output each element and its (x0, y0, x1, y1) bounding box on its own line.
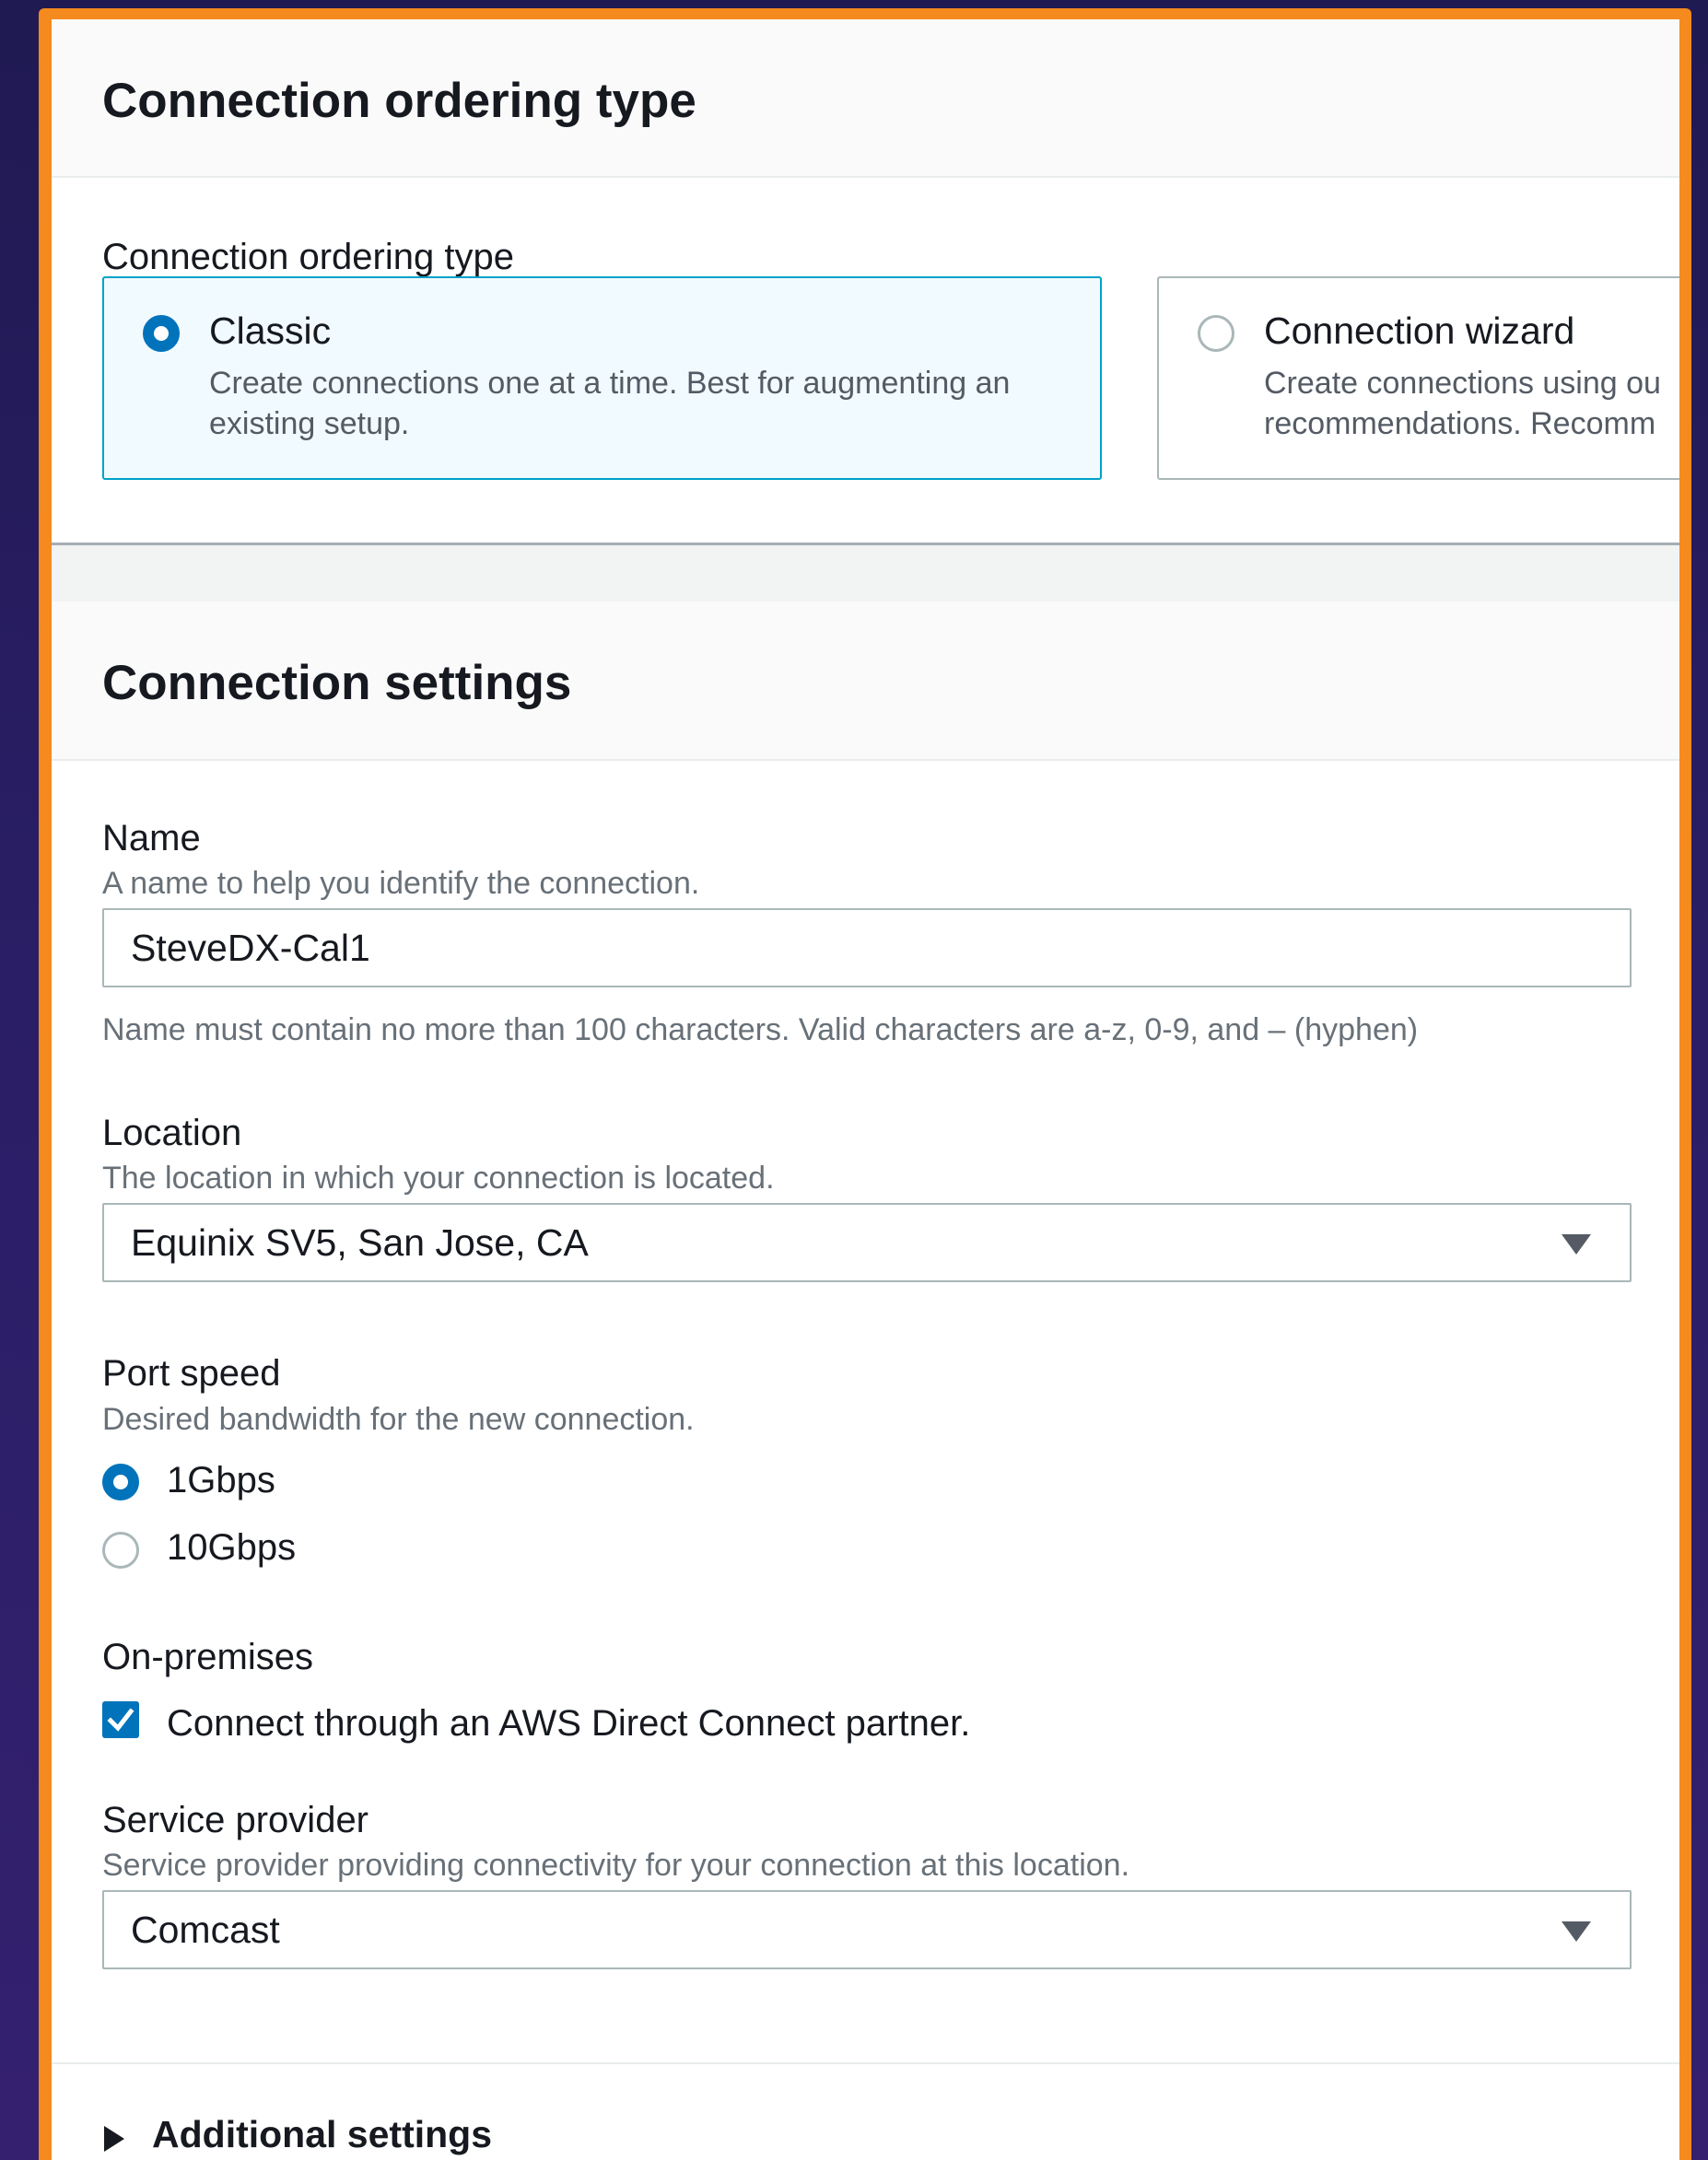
port-speed-label: Port speed (102, 1353, 281, 1394)
partner-checkbox-label[interactable]: Connect through an AWS Direct Connect pa… (167, 1703, 970, 1745)
caret-right-icon (104, 2126, 124, 2152)
location-select-value: Equinix SV5, San Jose, CA (131, 1221, 589, 1264)
name-input-value: SteveDX-Cal1 (131, 927, 370, 969)
service-provider-description: Service provider providing connectivity … (102, 1848, 1130, 1883)
form-panel: Connection ordering type Connection orde… (52, 19, 1679, 2160)
port-speed-10gbps-radio[interactable] (102, 1532, 139, 1569)
location-select[interactable]: Equinix SV5, San Jose, CA (102, 1203, 1632, 1282)
connection-settings-card-header: Connection settings (52, 601, 1679, 761)
chevron-down-icon (1562, 1234, 1591, 1255)
highlight-frame: Connection ordering type Connection orde… (39, 8, 1691, 2160)
on-premises-label: On-premises (102, 1637, 313, 1677)
ordering-type-field-label: Connection ordering type (102, 237, 514, 277)
name-label: Name (102, 818, 201, 858)
service-provider-select[interactable]: Comcast (102, 1890, 1632, 1969)
card-footer-divider (52, 2062, 1679, 2064)
ordering-type-card-header: Connection ordering type (52, 19, 1679, 178)
port-speed-10gbps-label[interactable]: 10Gbps (167, 1527, 296, 1569)
connection-settings-card-title: Connection settings (102, 656, 572, 710)
service-provider-label: Service provider (102, 1800, 369, 1840)
section-divider (52, 543, 1679, 604)
ordering-type-card-title: Connection ordering type (102, 74, 696, 128)
tile-classic[interactable]: Classic Create connections one at a time… (102, 276, 1102, 480)
service-provider-select-value: Comcast (131, 1909, 280, 1951)
port-speed-1gbps-label[interactable]: 1Gbps (167, 1460, 275, 1501)
checkmark-icon (107, 1708, 135, 1732)
wizard-radio[interactable] (1198, 315, 1234, 352)
classic-radio[interactable] (143, 315, 180, 352)
port-speed-description: Desired bandwidth for the new connection… (102, 1402, 695, 1437)
name-input[interactable]: SteveDX-Cal1 (102, 908, 1632, 987)
location-label: Location (102, 1113, 242, 1153)
classic-title: Classic (209, 309, 332, 352)
port-speed-1gbps-radio[interactable] (102, 1464, 139, 1500)
location-description: The location in which your connection is… (102, 1161, 775, 1196)
name-description: A name to help you identify the connecti… (102, 866, 700, 901)
chevron-down-icon (1562, 1921, 1591, 1942)
wizard-description-line-1: Create connections using ou (1264, 366, 1661, 401)
wizard-description-line-2: recommendations. Recomm (1264, 406, 1656, 441)
connection-settings-card: Connection settings Name A name to help … (52, 601, 1679, 2160)
name-constraint: Name must contain no more than 100 chara… (102, 1012, 1419, 1047)
additional-settings-toggle[interactable]: Additional settings (102, 2113, 563, 2160)
wizard-description: Create connections using ou recommendati… (1264, 363, 1661, 444)
additional-settings-label: Additional settings (152, 2113, 492, 2155)
classic-description: Create connections one at a time. Best f… (209, 366, 1011, 441)
partner-checkbox[interactable] (102, 1701, 139, 1738)
ordering-type-card: Connection ordering type Connection orde… (52, 19, 1679, 540)
tile-connection-wizard[interactable]: Connection wizard Create connections usi… (1157, 276, 1679, 480)
wizard-title: Connection wizard (1264, 309, 1575, 352)
